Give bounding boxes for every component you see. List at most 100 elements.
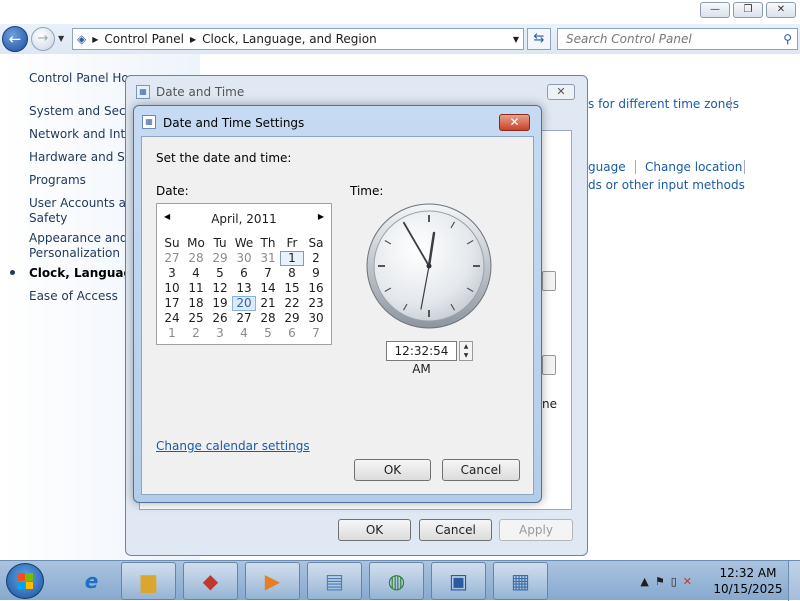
clock-date: 10/15/2025: [713, 582, 783, 596]
calendar-day[interactable]: 28: [256, 311, 280, 326]
flag-icon[interactable]: ⚑: [655, 575, 665, 588]
calendar-day[interactable]: 16: [304, 281, 328, 296]
breadcrumb-clock-language-region[interactable]: Clock, Language, and Region: [202, 32, 377, 46]
chevron-down-icon[interactable]: ▼: [513, 35, 519, 44]
dialog-close-button[interactable]: ✕: [547, 84, 575, 100]
calendar-day[interactable]: 27: [160, 251, 184, 266]
calendar-day[interactable]: 6: [232, 266, 256, 281]
search-input[interactable]: Search Control Panel ⚲: [557, 28, 798, 50]
calendar-day[interactable]: 4: [232, 326, 256, 341]
calendar-day[interactable]: 1: [160, 326, 184, 341]
calendar-day[interactable]: 15: [280, 281, 304, 296]
taskbar-internet-explorer[interactable]: e: [64, 562, 119, 600]
calendar-day[interactable]: 27: [232, 311, 256, 326]
sidebar-item-home[interactable]: Control Panel Hom: [29, 71, 140, 86]
calendar-day[interactable]: 3: [208, 326, 232, 341]
ok-button[interactable]: OK: [354, 459, 431, 481]
calendar-day[interactable]: 7: [304, 326, 328, 341]
cancel-button[interactable]: Cancel: [442, 459, 520, 481]
calendar-day[interactable]: 17: [160, 296, 184, 311]
link-change-location[interactable]: Change location: [645, 160, 742, 174]
calendar-day[interactable]: 28: [184, 251, 208, 266]
calendar-day[interactable]: 30: [304, 311, 328, 326]
sidebar-item-hardware[interactable]: Hardware and Sou: [29, 150, 140, 165]
time-spinner[interactable]: ▲ ▼: [459, 341, 473, 361]
taskbar-media-player[interactable]: ▶: [245, 562, 300, 600]
taskbar-explorer[interactable]: ▆: [121, 562, 176, 600]
calendar-day[interactable]: 26: [208, 311, 232, 326]
dialog-close-button[interactable]: ✕: [499, 114, 530, 131]
cancel-button[interactable]: Cancel: [419, 519, 492, 541]
calendar-day[interactable]: 14: [256, 281, 280, 296]
link-time-zones[interactable]: s for different time zones: [588, 97, 739, 111]
taskbar-notepad[interactable]: ▤: [307, 562, 362, 600]
minimize-button[interactable]: —: [700, 2, 730, 18]
taskbar-app-red[interactable]: ◆: [183, 562, 238, 600]
volume-muted-icon[interactable]: ✕: [683, 575, 692, 588]
calendar-month[interactable]: April, 2011: [157, 212, 331, 226]
calendar-day[interactable]: 24: [160, 311, 184, 326]
calendar-day[interactable]: 12: [208, 281, 232, 296]
calendar-day[interactable]: 23: [304, 296, 328, 311]
time-input[interactable]: 12:32:54 AM: [386, 341, 457, 376]
hidden-button[interactable]: [542, 355, 556, 375]
sidebar-item-network[interactable]: Network and Inter: [29, 127, 137, 142]
calendar-day[interactable]: 7: [256, 266, 280, 281]
sidebar-item-appearance-line2[interactable]: Personalization: [29, 246, 120, 261]
calendar-day[interactable]: 18: [184, 296, 208, 311]
hidden-button[interactable]: [542, 271, 556, 291]
link-language[interactable]: guage: [588, 160, 626, 174]
calendar-day[interactable]: 5: [208, 266, 232, 281]
calendar-day[interactable]: 8: [280, 266, 304, 281]
taskbar-control-panel[interactable]: ▣: [431, 562, 486, 600]
calendar-day[interactable]: 9: [304, 266, 328, 281]
close-button[interactable]: ✕: [766, 2, 796, 18]
calendar-day[interactable]: 31: [256, 251, 280, 266]
apply-button[interactable]: Apply: [499, 519, 573, 541]
calendar-day[interactable]: 2: [304, 251, 328, 266]
start-button[interactable]: [6, 563, 44, 599]
taskbar-clock[interactable]: 12:32 AM 10/15/2025: [708, 565, 788, 597]
show-desktop-button[interactable]: [788, 561, 800, 601]
calendar-day[interactable]: 5: [256, 326, 280, 341]
calendar-day[interactable]: 4: [184, 266, 208, 281]
sidebar-item-ease-of-access[interactable]: Ease of Access: [29, 289, 118, 304]
calendar-day[interactable]: 13: [232, 281, 256, 296]
calendar-day[interactable]: 21: [256, 296, 280, 311]
link-input-methods[interactable]: ds or other input methods: [588, 178, 745, 192]
ok-button[interactable]: OK: [338, 519, 411, 541]
sidebar-item-appearance[interactable]: Appearance and: [29, 231, 127, 246]
calendar-day[interactable]: 29: [208, 251, 232, 266]
calendar-day[interactable]: 11: [184, 281, 208, 296]
calendar-day[interactable]: 3: [160, 266, 184, 281]
calendar-day[interactable]: 19: [208, 296, 232, 311]
refresh-button[interactable]: ⇆: [527, 28, 551, 50]
sidebar-item-programs[interactable]: Programs: [29, 173, 86, 188]
network-icon[interactable]: ▯: [671, 575, 677, 588]
taskbar-date-time[interactable]: ▦: [493, 562, 548, 600]
sidebar-item-user-accounts-line2[interactable]: Safety: [29, 211, 67, 226]
calendar-day-today[interactable]: 1: [280, 251, 304, 266]
recent-pages-dropdown[interactable]: ▼: [58, 34, 64, 43]
calendar-day[interactable]: 2: [184, 326, 208, 341]
forward-button[interactable]: →: [31, 27, 55, 51]
calendar-day[interactable]: 22: [280, 296, 304, 311]
next-month-button[interactable]: ▶: [318, 212, 324, 221]
calendar-day[interactable]: 25: [184, 311, 208, 326]
search-icon[interactable]: ⚲: [783, 29, 792, 49]
calendar-day[interactable]: 10: [160, 281, 184, 296]
change-calendar-settings-link[interactable]: Change calendar settings: [156, 439, 310, 453]
breadcrumb-control-panel[interactable]: Control Panel: [104, 32, 184, 46]
spin-up-icon[interactable]: ▲: [460, 342, 472, 351]
back-button[interactable]: ←: [2, 26, 28, 52]
spin-down-icon[interactable]: ▼: [460, 351, 472, 360]
maximize-button[interactable]: ❐: [733, 2, 763, 18]
calendar-day[interactable]: 29: [280, 311, 304, 326]
show-hidden-icons[interactable]: ▲: [640, 575, 648, 588]
calendar-day[interactable]: 30: [232, 251, 256, 266]
weekday-label: Th: [260, 236, 276, 250]
calendar-day[interactable]: 6: [280, 326, 304, 341]
calendar-day-selected[interactable]: 20: [232, 296, 256, 311]
taskbar-network[interactable]: ◍: [369, 562, 424, 600]
address-bar[interactable]: ◈ ▶ Control Panel ▶ Clock, Language, and…: [72, 28, 524, 50]
